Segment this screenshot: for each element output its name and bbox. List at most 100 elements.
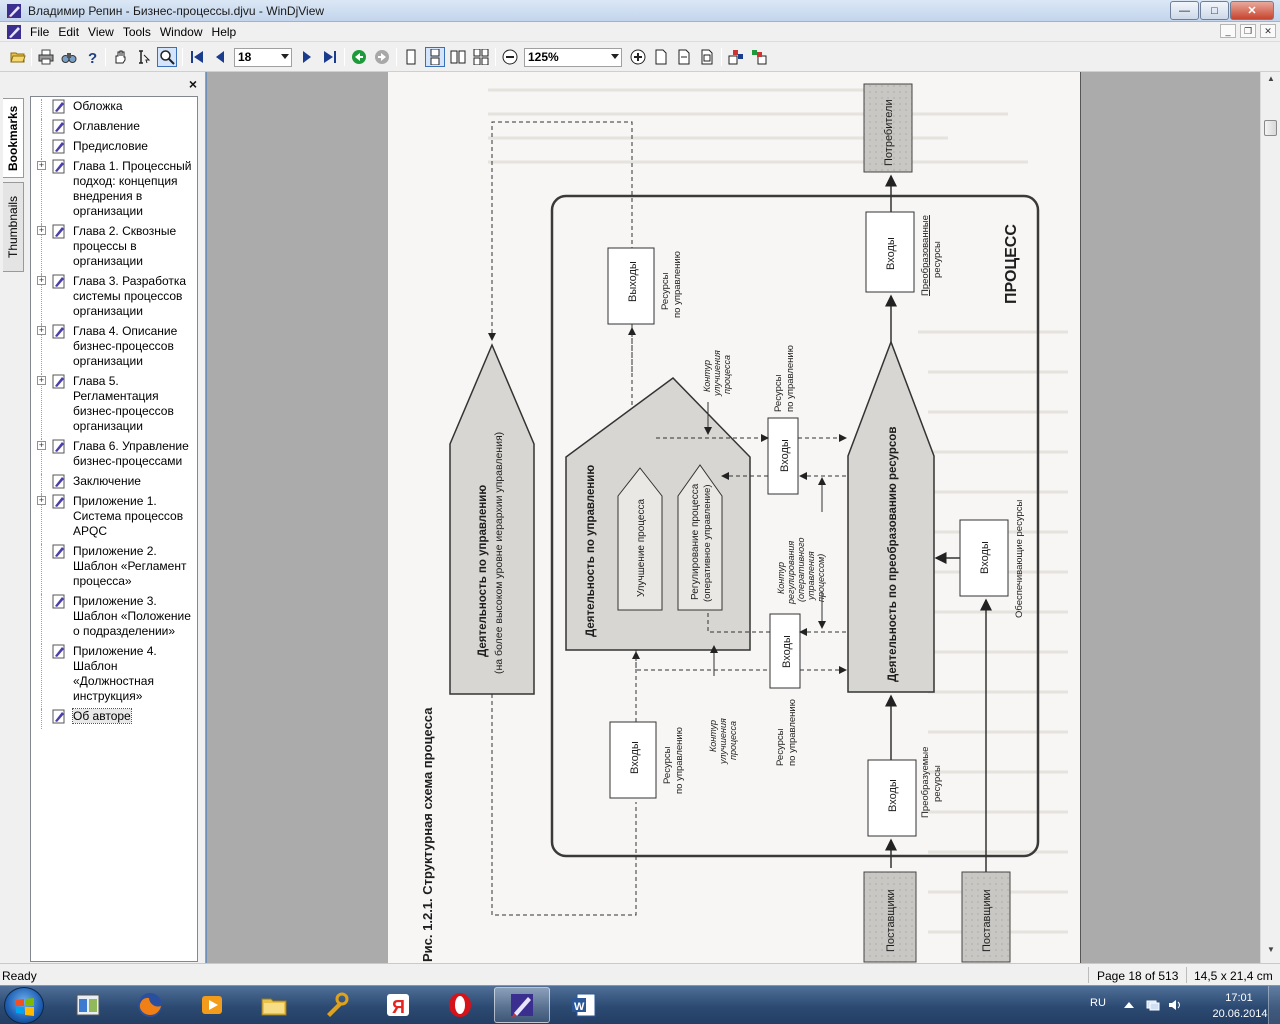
bookmark-item[interactable]: Приложение 4. Шаблон «Должностная инстру… — [31, 644, 197, 709]
bookmark-label: Глава 3. Разработка системы процессов ор… — [73, 274, 197, 319]
print-icon[interactable] — [36, 47, 56, 67]
bookmark-item[interactable]: + Глава 5. Регламентация бизнес-процессов… — [31, 374, 197, 439]
bookmark-item[interactable]: Приложение 3. Шаблон «Положение о подраз… — [31, 594, 197, 644]
to-transform-box-label: Входы — [887, 779, 899, 812]
close-button[interactable]: ✕ — [1230, 1, 1274, 20]
tree-line — [41, 709, 42, 729]
taskbar-firefox[interactable] — [122, 987, 178, 1023]
last-page-icon[interactable] — [320, 47, 340, 67]
next-page-icon[interactable] — [297, 47, 317, 67]
bookmark-item[interactable]: + Глава 4. Описание бизнес-процессов орга… — [31, 324, 197, 374]
bookmark-item[interactable]: + Глава 3. Разработка системы процессов о… — [31, 274, 197, 324]
expand-icon[interactable]: + — [37, 276, 46, 285]
minimize-button[interactable]: — — [1170, 1, 1199, 20]
menu-edit[interactable]: Edit — [58, 24, 86, 39]
tab-bookmarks[interactable]: Bookmarks — [3, 98, 24, 178]
tab-thumbnails[interactable]: Thumbnails — [3, 182, 24, 272]
windows-logo-icon — [16, 998, 34, 1016]
actual-size-icon[interactable] — [651, 47, 671, 67]
taskbar-file-explorer[interactable] — [246, 987, 302, 1023]
taskbar-word[interactable]: W — [556, 987, 612, 1023]
document-view[interactable]: Деятельность по управлению (на более выс… — [207, 72, 1260, 963]
continuous-icon[interactable] — [425, 47, 445, 67]
opera-icon — [449, 993, 471, 1017]
improvement-loop-top-2: улучшения — [712, 350, 722, 397]
facing-pages-icon[interactable] — [448, 47, 468, 67]
bookmark-item[interactable]: Приложение 2. Шаблон «Регламент процесса… — [31, 544, 197, 594]
rotate-left-icon[interactable] — [726, 47, 746, 67]
zoom-out-icon[interactable] — [500, 47, 520, 67]
mgmt-outputs-label: Выходы — [627, 261, 639, 302]
bookmark-item[interactable]: + Глава 2. Сквозные процессы в организаци… — [31, 224, 197, 274]
expand-icon[interactable]: + — [37, 226, 46, 235]
network-icon[interactable] — [1146, 998, 1160, 1012]
windjview-icon — [7, 4, 21, 18]
zoom-in-icon[interactable] — [628, 47, 648, 67]
status-page-size: 14,5 x 21,4 cm — [1194, 969, 1273, 983]
back-icon[interactable] — [349, 47, 369, 67]
close-panel-icon[interactable]: × — [189, 76, 197, 92]
clock-time[interactable]: 17:01 — [1214, 992, 1264, 1004]
expand-icon[interactable]: + — [37, 161, 46, 170]
bookmark-item[interactable]: + Глава 1. Процессный подход: концепция в… — [31, 159, 197, 224]
chevron-down-icon[interactable] — [281, 54, 289, 59]
taskbar-media-player[interactable] — [184, 987, 240, 1023]
rotate-right-icon[interactable] — [749, 47, 769, 67]
show-desktop-button[interactable] — [1268, 986, 1280, 1024]
chevron-down-icon[interactable] — [611, 54, 619, 59]
zoom-combo[interactable]: 125% — [524, 48, 622, 67]
maximize-button[interactable]: □ — [1200, 1, 1229, 20]
doc-minimize-button[interactable]: _ — [1220, 24, 1236, 38]
select-tool-icon[interactable] — [133, 47, 153, 67]
document-icon[interactable] — [6, 24, 22, 40]
single-page-icon[interactable] — [401, 47, 421, 67]
menu-file[interactable]: File — [30, 24, 56, 39]
bookmark-item[interactable]: Заключение — [31, 474, 197, 494]
open-icon[interactable] — [8, 47, 28, 67]
first-page-icon[interactable] — [187, 47, 207, 67]
tray-expand-icon[interactable] — [1122, 998, 1136, 1012]
scroll-thumb[interactable] — [1264, 120, 1277, 136]
expand-icon[interactable]: + — [37, 496, 46, 505]
taskbar-opera[interactable] — [432, 987, 488, 1023]
bookmark-item[interactable]: + Приложение 1. Система процессов APQC — [31, 494, 197, 544]
expand-icon[interactable]: + — [37, 326, 46, 335]
vertical-scrollbar[interactable]: ▲ ▼ — [1260, 72, 1280, 963]
menu-view[interactable]: View — [88, 24, 121, 39]
prev-page-icon[interactable] — [210, 47, 230, 67]
bookmark-item[interactable]: Об авторе — [31, 708, 197, 729]
bookmark-item[interactable]: Обложка — [31, 99, 197, 119]
language-indicator[interactable]: RU — [1090, 997, 1106, 1009]
top-management-label: Деятельность по управлению — [477, 485, 489, 657]
scroll-down-icon[interactable]: ▼ — [1263, 945, 1279, 961]
taskbar-yandex[interactable]: Я — [370, 987, 426, 1023]
help-icon[interactable]: ? — [82, 47, 102, 67]
menu-tools[interactable]: Tools — [123, 24, 158, 39]
clock-date[interactable]: 20.06.2014 — [1210, 1008, 1270, 1020]
fit-width-icon[interactable] — [674, 47, 694, 67]
page-number-combo[interactable]: 18 — [234, 48, 292, 67]
doc-restore-button[interactable]: ❐ — [1240, 24, 1256, 38]
expand-icon[interactable]: + — [37, 441, 46, 450]
fit-page-icon[interactable] — [697, 47, 717, 67]
continuous-facing-icon[interactable] — [471, 47, 491, 67]
taskbar-tools[interactable] — [308, 987, 364, 1023]
hand-tool-icon[interactable] — [110, 47, 130, 67]
start-button[interactable] — [4, 987, 44, 1024]
bookmark-item[interactable]: Оглавление — [31, 119, 197, 139]
find-icon[interactable] — [59, 47, 79, 67]
bookmark-item[interactable]: + Глава 6. Управление бизнес-процессами — [31, 439, 197, 474]
bookmark-label: Об авторе — [72, 708, 197, 724]
volume-icon[interactable] — [1168, 998, 1182, 1012]
taskbar-explorer-window[interactable] — [60, 987, 116, 1023]
menu-help[interactable]: Help — [212, 24, 244, 39]
bookmark-item[interactable]: Предисловие — [31, 139, 197, 159]
bookmark-label: Приложение 4. Шаблон «Должностная инстру… — [73, 644, 197, 704]
scroll-up-icon[interactable]: ▲ — [1263, 74, 1279, 90]
menu-window[interactable]: Window — [160, 24, 210, 39]
expand-icon[interactable]: + — [37, 376, 46, 385]
zoom-tool-icon[interactable] — [157, 47, 177, 67]
forward-icon[interactable] — [372, 47, 392, 67]
doc-close-button[interactable]: ✕ — [1260, 24, 1276, 38]
taskbar-windjview[interactable] — [494, 987, 550, 1023]
